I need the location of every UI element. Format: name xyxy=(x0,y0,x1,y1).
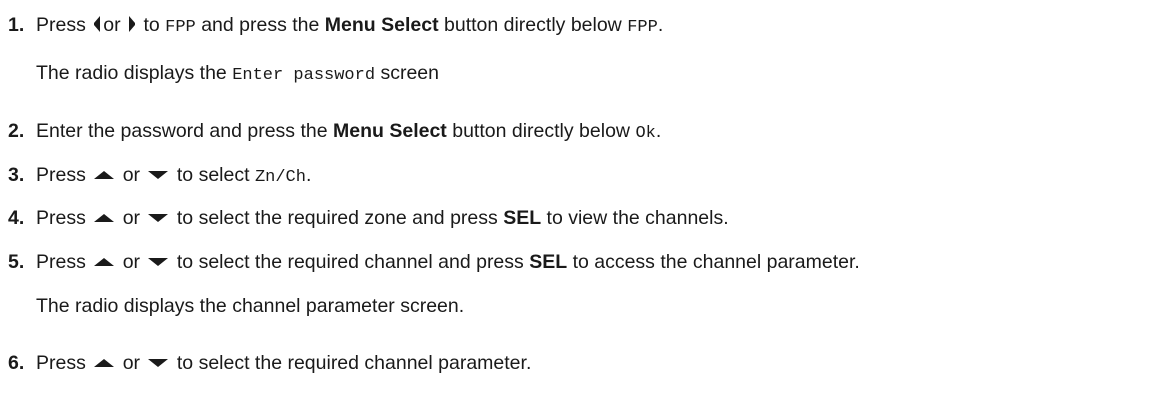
step-number: 4. xyxy=(8,207,25,229)
screen-name: Enter password xyxy=(232,66,376,85)
down-arrow-icon xyxy=(148,359,169,367)
menu-select-label: Menu Select xyxy=(333,120,447,142)
up-arrow-icon xyxy=(94,214,115,222)
menu-text-zn-ch: Zn/Ch xyxy=(254,168,306,187)
menu-select-label: Menu Select xyxy=(324,14,439,36)
up-arrow-icon xyxy=(94,359,115,367)
step-text: Press or to select Zn/Ch. xyxy=(36,164,312,187)
up-arrow-icon xyxy=(94,258,115,266)
step-text: Press or to select the required channel … xyxy=(36,251,860,273)
up-arrow-icon xyxy=(94,171,115,179)
menu-text-ok: Ok xyxy=(635,124,656,143)
right-arrow-icon xyxy=(129,16,136,32)
down-arrow-icon xyxy=(148,258,169,266)
down-arrow-icon xyxy=(148,214,169,222)
step-number: 1. xyxy=(8,14,25,36)
step-text: Press or to select the required channel … xyxy=(36,352,532,374)
down-arrow-icon xyxy=(148,171,169,179)
left-arrow-icon xyxy=(94,16,101,32)
step-5-note: The radio displays the channel parameter… xyxy=(36,295,465,317)
step-text: Press or to select the required zone and… xyxy=(36,207,729,229)
menu-text-fpp: FPP xyxy=(627,18,658,37)
step-1-note: The radio displays the Enter password sc… xyxy=(36,62,439,85)
sel-key-label: SEL xyxy=(503,207,542,229)
step-number: 3. xyxy=(8,164,25,186)
step-text: Press or to FPP and press the Menu Selec… xyxy=(36,14,664,37)
step-number: 6. xyxy=(8,352,25,374)
step-number: 5. xyxy=(8,251,25,273)
step-number: 2. xyxy=(8,120,25,142)
step-text: Enter the password and press the Menu Se… xyxy=(36,120,662,143)
menu-text-fpp: FPP xyxy=(165,18,196,37)
sel-key-label: SEL xyxy=(529,251,568,273)
